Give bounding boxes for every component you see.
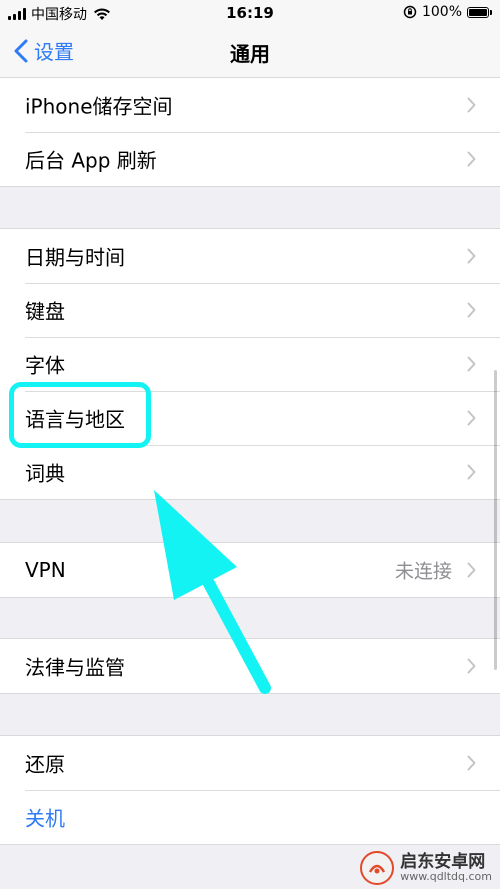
battery-percent: 100%: [421, 4, 462, 20]
reset-group: 还原 关机: [0, 735, 500, 845]
row-reset[interactable]: 还原: [0, 736, 500, 790]
chevron-right-icon: [467, 755, 476, 771]
row-label: 键盘: [25, 299, 65, 324]
chevron-right-icon: [467, 410, 476, 426]
vpn-status: 未连接: [394, 560, 452, 583]
row-dictionary[interactable]: 词典: [0, 445, 500, 499]
row-background-app-refresh[interactable]: 后台 App 刷新: [0, 132, 500, 186]
row-label: 日期与时间: [25, 245, 125, 270]
row-label: 词典: [25, 461, 65, 486]
row-date-time[interactable]: 日期与时间: [0, 229, 500, 283]
watermark-logo-icon: [360, 851, 395, 885]
chevron-right-icon: [467, 658, 476, 674]
status-right: 100%: [403, 4, 492, 20]
row-label: 字体: [25, 353, 65, 378]
row-language-region[interactable]: 语言与地区: [0, 391, 500, 445]
row-label: 语言与地区: [25, 407, 125, 432]
locale-group: 日期与时间 键盘 字体 语言与地区 词典: [0, 228, 500, 500]
row-label: iPhone储存空间: [25, 94, 173, 119]
chevron-right-icon: [467, 302, 476, 318]
chevron-right-icon: [467, 248, 476, 264]
page-title: 通用: [230, 42, 270, 66]
row-label: 还原: [25, 752, 65, 777]
watermark: 启东安卓网 www.qdltdq.com: [360, 851, 492, 885]
chevron-right-icon: [467, 97, 476, 113]
storage-group: iPhone储存空间 后台 App 刷新: [0, 77, 500, 187]
watermark-text: 启东安卓网 www.qdltdq.com: [400, 851, 492, 884]
chevron-right-icon: [467, 464, 476, 480]
chevron-right-icon: [467, 356, 476, 372]
battery-icon: [467, 6, 492, 18]
vpn-group: VPN 未连接: [0, 542, 500, 598]
shutdown-button[interactable]: 关机: [0, 790, 500, 844]
row-keyboard[interactable]: 键盘: [0, 283, 500, 337]
chevron-right-icon: [467, 151, 476, 167]
row-vpn[interactable]: VPN 未连接: [0, 543, 500, 597]
row-label: 关机: [25, 806, 65, 831]
status-bar: 中国移动 16:19 100%: [0, 0, 500, 26]
row-label: 后台 App 刷新: [25, 148, 157, 173]
watermark-title: 启东安卓网: [400, 851, 486, 872]
row-label: VPN: [25, 558, 66, 582]
row-label: 法律与监管: [25, 655, 125, 680]
rotation-lock-icon: [403, 5, 417, 19]
row-fonts[interactable]: 字体: [0, 337, 500, 391]
row-iphone-storage[interactable]: iPhone储存空间: [0, 78, 500, 132]
nav-bar: 设置 通用: [0, 26, 500, 78]
watermark-url: www.qdltdq.com: [400, 870, 492, 884]
scroll-indicator: [494, 370, 497, 670]
row-legal-regulatory[interactable]: 法律与监管: [0, 639, 500, 693]
chevron-right-icon: [467, 562, 476, 578]
legal-group: 法律与监管: [0, 638, 500, 694]
